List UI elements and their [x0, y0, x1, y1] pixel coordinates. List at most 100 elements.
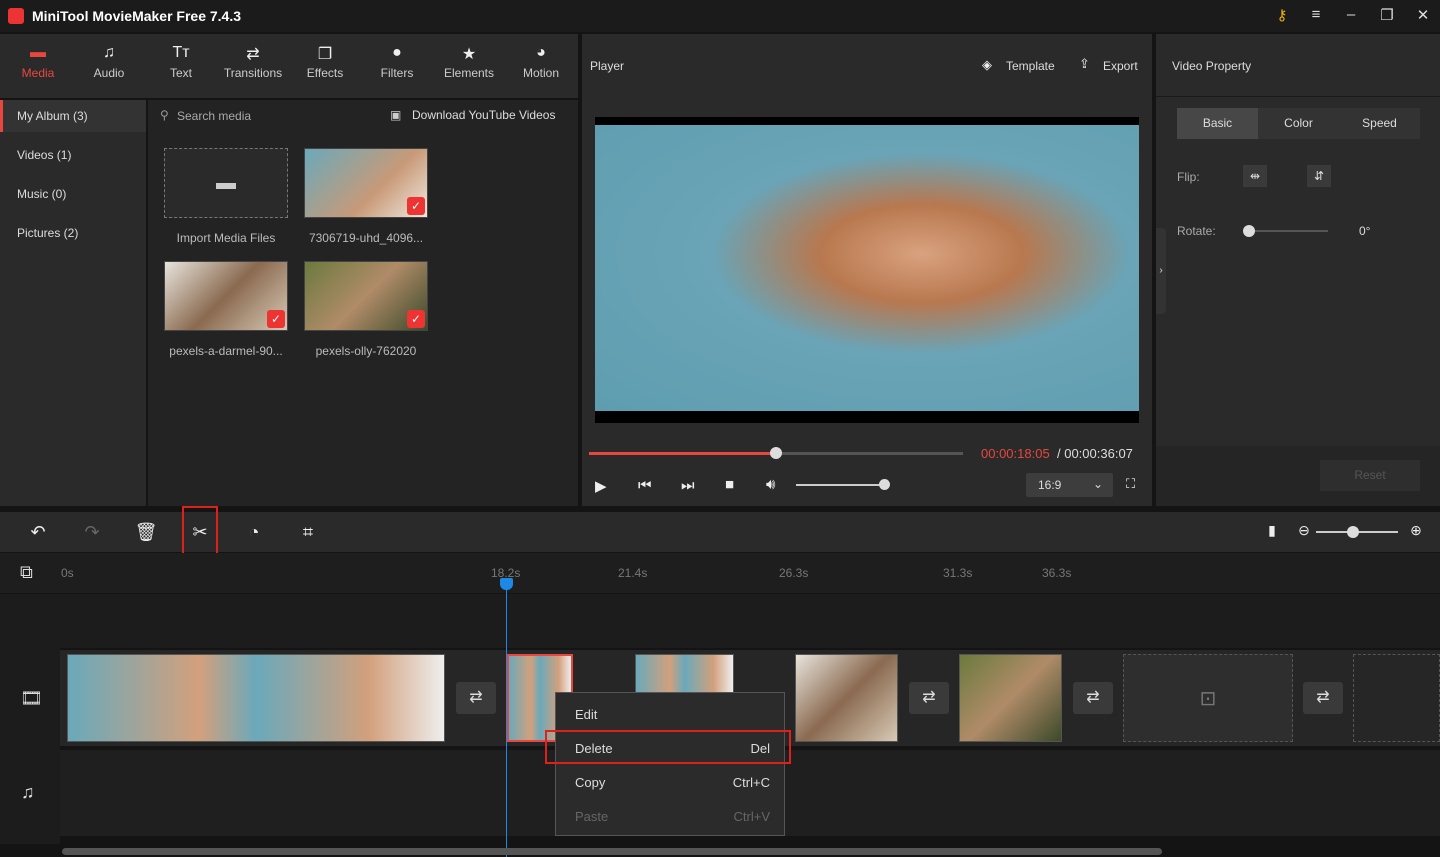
tab-media[interactable]: ▬ Media [2, 44, 74, 80]
media-item[interactable]: ✓ [164, 261, 288, 331]
menu-icon[interactable]: ≡ [1306, 6, 1326, 23]
tab-text[interactable]: Tт Text [145, 44, 217, 80]
tab-filters[interactable]: ● Filters [361, 44, 433, 80]
ruler-tick: 36.3s [1042, 566, 1072, 580]
folder-icon: ▬ [30, 44, 46, 61]
volume-icon[interactable]: 🔊︎ [766, 476, 775, 493]
progress-handle[interactable] [770, 447, 782, 459]
tab-basic[interactable]: Basic [1177, 108, 1258, 139]
import-media-button[interactable]: ▬ [164, 148, 288, 218]
template-button[interactable]: Template [1006, 59, 1055, 73]
horizontal-scrollbar[interactable] [62, 848, 1162, 855]
rotate-value: 0° [1359, 224, 1371, 238]
search-icon: ⚲ [160, 108, 169, 122]
tab-effects[interactable]: ❐ Effects [289, 44, 361, 80]
key-icon[interactable]: ⚷ [1272, 6, 1292, 24]
play-icon[interactable]: ▶ [595, 477, 607, 495]
import-label: Import Media Files [176, 231, 276, 245]
transition-icon[interactable]: ⇄ [1073, 682, 1113, 714]
video-clip[interactable] [67, 654, 445, 742]
undo-icon[interactable]: ↶ [26, 522, 50, 543]
split-scissors-icon[interactable]: ✂ [188, 522, 212, 543]
maximize-icon[interactable]: ❐ [1377, 6, 1397, 24]
transition-icon[interactable]: ⇄ [456, 682, 496, 714]
ruler-tick: 31.3s [943, 566, 973, 580]
sidebar-item-my-album[interactable]: My Album (3) [0, 100, 146, 132]
tab-label: Effects [306, 66, 344, 80]
export-button[interactable]: Export [1103, 59, 1138, 73]
download-youtube-button[interactable]: Download YouTube Videos [412, 108, 555, 122]
effects-icon: ❐ [317, 46, 333, 63]
zoom-in-icon[interactable]: ⊕ [1404, 522, 1428, 539]
previous-frame-icon[interactable]: ⏮ [638, 477, 652, 494]
volume-handle[interactable] [878, 479, 890, 490]
close-icon[interactable]: ✕ [1413, 6, 1433, 24]
flip-horizontal-icon[interactable]: ⇹ [1243, 165, 1267, 187]
search-input[interactable]: Search media [177, 109, 251, 123]
tab-speed[interactable]: Speed [1339, 108, 1420, 139]
stop-icon[interactable]: ■ [725, 476, 734, 493]
tab-label: Media [21, 66, 55, 80]
transition-icon[interactable]: ⇄ [1303, 682, 1343, 714]
next-frame-icon[interactable]: ⏭ [681, 477, 695, 494]
tab-elements[interactable]: ★ Elements [433, 44, 505, 80]
drop-placeholder[interactable] [1353, 654, 1440, 742]
media-item-name: pexels-a-darmel-90... [169, 344, 283, 358]
crop-icon[interactable]: ⌗ [296, 522, 320, 543]
rotate-handle[interactable] [1243, 225, 1255, 237]
playhead[interactable] [506, 586, 507, 857]
youtube-download-icon: ▣ [390, 108, 402, 122]
aspect-ratio-select[interactable]: 16:9 ⌄ [1026, 473, 1113, 497]
tab-label: Text [169, 66, 192, 80]
sidebar-item-music[interactable]: Music (0) [0, 178, 146, 210]
zoom-handle[interactable] [1347, 526, 1359, 538]
ruler-tick: 21.4s [618, 566, 648, 580]
tab-motion[interactable]: ◕ Motion [505, 44, 577, 80]
aspect-value: 16:9 [1038, 478, 1062, 492]
template-icon: ◈ [982, 57, 992, 72]
image-clip[interactable] [795, 654, 898, 742]
playhead-handle[interactable] [500, 578, 513, 590]
menu-item-copy[interactable]: Copy Ctrl+C [556, 765, 784, 799]
context-menu: Edit Delete Del Copy Ctrl+C Paste Ctrl+V [555, 692, 785, 836]
tab-color[interactable]: Color [1258, 108, 1339, 139]
audio-track-icon: ♫ [21, 782, 35, 802]
collapse-panel-button[interactable]: › [1156, 228, 1166, 314]
export-icon: ⇪ [1079, 56, 1090, 71]
filters-icon: ● [392, 44, 402, 61]
flip-label: Flip: [1177, 170, 1200, 184]
zoom-out-icon[interactable]: ⊖ [1292, 522, 1316, 539]
media-item[interactable]: ✓ [304, 261, 428, 331]
image-clip[interactable] [959, 654, 1062, 742]
sidebar-item-pictures[interactable]: Pictures (2) [0, 217, 146, 249]
media-item[interactable]: ✓ [304, 148, 428, 218]
minimize-icon[interactable]: – [1341, 6, 1361, 23]
delete-icon[interactable]: 🗑︎ [134, 522, 158, 543]
tab-label: Motion [522, 66, 560, 80]
flip-vertical-icon[interactable]: ⇵ [1307, 165, 1331, 187]
transition-icon[interactable]: ⇄ [909, 682, 949, 714]
sidebar-item-videos[interactable]: Videos (1) [0, 139, 146, 171]
rotate-label: Rotate: [1177, 224, 1216, 238]
transitions-icon: ⇄ [246, 46, 260, 63]
tab-audio[interactable]: ♫ Audio [73, 44, 145, 80]
empty-track [60, 594, 1440, 648]
drop-media-placeholder[interactable]: ⊡ [1123, 654, 1293, 742]
fullscreen-icon[interactable]: ⛶ [1126, 476, 1135, 492]
check-icon: ✓ [407, 197, 425, 215]
fit-timeline-icon[interactable]: ▮ [1260, 522, 1284, 539]
volume-slider[interactable] [796, 484, 888, 486]
reset-button[interactable]: Reset [1320, 460, 1420, 491]
folder-icon: ▬ [216, 172, 236, 194]
tab-transitions[interactable]: ⇄ Transitions [217, 44, 289, 80]
speed-icon[interactable]: ◔ [242, 522, 266, 543]
redo-icon[interactable]: ↷ [80, 522, 104, 543]
menu-item-paste[interactable]: Paste Ctrl+V [556, 799, 784, 833]
tab-label: Transitions [223, 66, 283, 80]
music-icon: ♫ [103, 44, 115, 61]
media-sidebar: My Album (3) Videos (1) Music (0) Pictur… [0, 100, 146, 506]
rotate-slider[interactable] [1248, 230, 1328, 232]
add-track-icon[interactable]: ⧉ [20, 562, 33, 583]
menu-item-edit[interactable]: Edit [556, 697, 784, 731]
video-track-icon: 🎞︎ [20, 688, 43, 708]
